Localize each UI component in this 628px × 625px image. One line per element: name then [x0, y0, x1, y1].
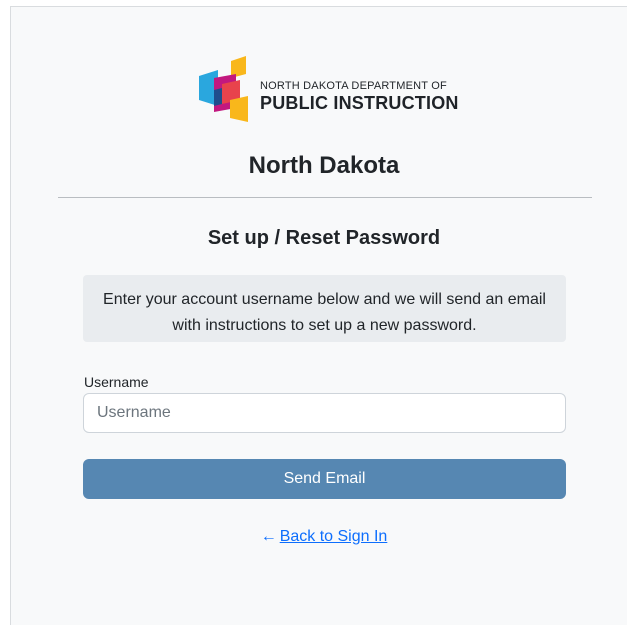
state-title: North Dakota — [248, 152, 400, 179]
page: NORTH DAKOTA DEPARTMENT OF PUBLIC INSTRU… — [0, 0, 628, 625]
instructions-box: Enter your account username below and we… — [83, 275, 566, 342]
logo-line-1: NORTH DAKOTA DEPARTMENT OF — [260, 80, 447, 92]
username-label: Username — [84, 374, 149, 390]
ndpi-logo-wordmark: NORTH DAKOTA DEPARTMENT OF PUBLIC INSTRU… — [260, 80, 459, 113]
back-arrow-icon: ← — [260, 528, 277, 545]
page-title: Set up / Reset Password — [207, 227, 441, 249]
send-email-button[interactable]: Send Email — [83, 459, 566, 499]
instructions-text: Enter your account username below and we… — [103, 291, 546, 334]
back-link-label: Back to Sign In — [279, 528, 388, 545]
ndpi-logo-icon — [199, 56, 248, 122]
back-to-sign-in-link[interactable]: ← Back to Sign In — [0, 528, 628, 546]
logo-line-2: PUBLIC INSTRUCTION — [260, 93, 459, 113]
header-divider — [58, 197, 592, 198]
ndpi-logo: NORTH DAKOTA DEPARTMENT OF PUBLIC INSTRU… — [196, 56, 458, 126]
username-input[interactable] — [83, 393, 566, 433]
